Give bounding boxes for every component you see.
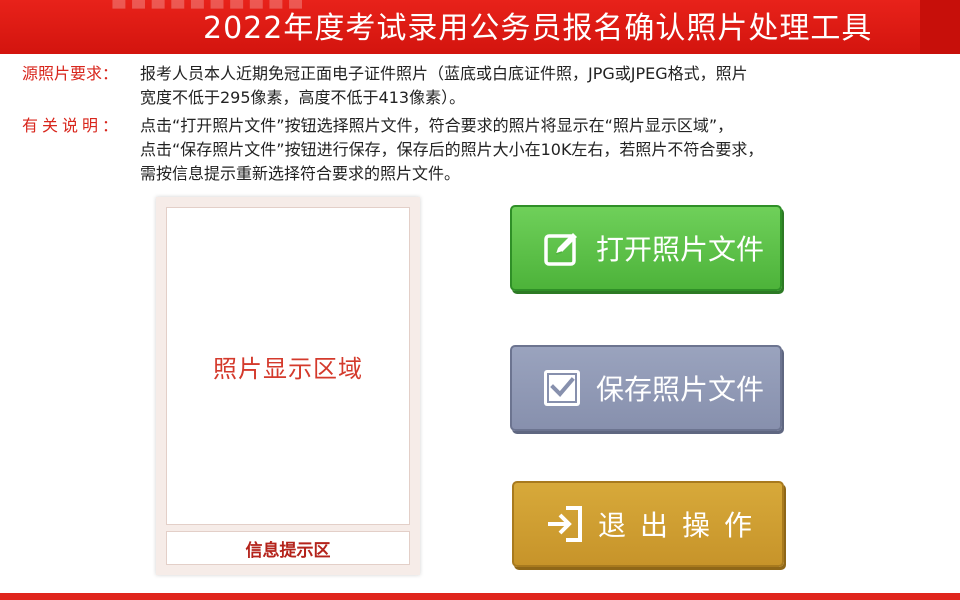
- usage-notes: 有关说明： 点击“打开照片文件”按钮选择照片文件，符合要求的照片将显示在“照片显…: [22, 114, 942, 186]
- sign-in-arrow-icon: [548, 506, 582, 542]
- open-photo-button-label: 打开照片文件: [596, 233, 765, 266]
- edit-icon: [544, 233, 577, 266]
- checkbox-icon: [544, 370, 580, 406]
- photo-display-area-label: 照片显示区域: [213, 354, 363, 383]
- title-bar: ▪▪▪▪▪▪▪▪▪▪ 2022年度考试录用公务员报名确认照片处理工具: [0, 0, 960, 54]
- exit-button[interactable]: 退出操作: [512, 481, 784, 567]
- open-photo-button[interactable]: 打开照片文件: [510, 205, 782, 291]
- message-area-label: 信息提示区: [245, 540, 331, 561]
- notes-line-2: 点击“保存照片文件”按钮进行保存，保存后的照片大小在10K左右，若照片不符合要求…: [140, 140, 764, 159]
- save-photo-button-label: 保存照片文件: [596, 373, 765, 406]
- instructions: 源照片要求： 报考人员本人近期免冠正面电子证件照片（蓝底或白底证件照，JPG或J…: [22, 62, 942, 186]
- photo-display-area: 照片显示区域: [166, 207, 410, 525]
- exit-button-label: 退出操作: [598, 509, 767, 542]
- photo-tool-window: ▪▪▪▪▪▪▪▪▪▪ 2022年度考试录用公务员报名确认照片处理工具 源照片要求…: [0, 0, 960, 600]
- source-requirements-text: 报考人员本人近期免冠正面电子证件照片（蓝底或白底证件照，JPG或JPEG格式，照…: [140, 62, 748, 110]
- save-photo-button[interactable]: 保存照片文件: [510, 345, 782, 431]
- footer-bar: [0, 593, 960, 600]
- notes-line-1: 点击“打开照片文件”按钮选择照片文件，符合要求的照片将显示在“照片显示区域”，: [140, 116, 734, 135]
- notes-line-3: 需按信息提示重新选择符合要求的照片文件。: [140, 164, 461, 183]
- photo-panel: 照片显示区域 信息提示区: [156, 197, 420, 575]
- source-line-1: 报考人员本人近期免冠正面电子证件照片（蓝底或白底证件照，JPG或JPEG格式，照…: [140, 64, 748, 83]
- source-requirements: 源照片要求： 报考人员本人近期免冠正面电子证件照片（蓝底或白底证件照，JPG或J…: [22, 62, 942, 110]
- source-requirements-label: 源照片要求：: [22, 64, 119, 83]
- page-title: 2022年度考试录用公务员报名确认照片处理工具: [203, 11, 873, 46]
- header-decoration: [920, 0, 960, 54]
- usage-notes-text: 点击“打开照片文件”按钮选择照片文件，符合要求的照片将显示在“照片显示区域”， …: [140, 114, 763, 186]
- source-line-2: 宽度不低于295像素，高度不低于413像素）。: [140, 88, 466, 107]
- message-area: 信息提示区: [166, 531, 410, 565]
- usage-notes-label: 有关说明：: [22, 116, 123, 135]
